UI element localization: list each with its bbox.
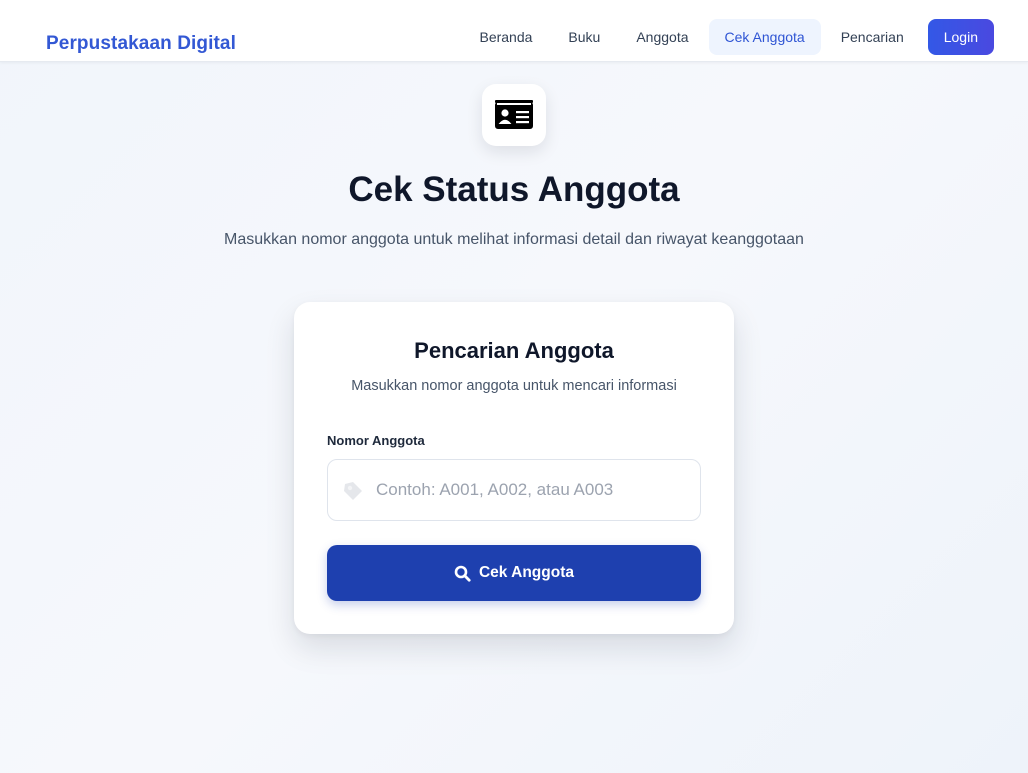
member-number-label: Nomor Anggota bbox=[327, 433, 425, 448]
brand-logo[interactable]: Perpustakaan Digital bbox=[46, 33, 236, 55]
card-subtitle: Masukkan nomor anggota untuk mencari inf… bbox=[351, 378, 677, 394]
member-number-input[interactable] bbox=[376, 460, 686, 520]
page-subtitle: Masukkan nomor anggota untuk melihat inf… bbox=[224, 231, 804, 248]
card-title: Pencarian Anggota bbox=[414, 338, 614, 363]
login-button[interactable]: Login bbox=[927, 19, 994, 55]
nav-link-anggota[interactable]: Anggota bbox=[620, 19, 704, 55]
main-nav: Beranda Buku Anggota Cek Anggota Pencari… bbox=[463, 19, 994, 55]
tag-icon bbox=[344, 482, 362, 500]
nav-link-buku[interactable]: Buku bbox=[552, 19, 616, 55]
page-title: Cek Status Anggota bbox=[348, 170, 680, 209]
nav-link-cek-anggota[interactable]: Cek Anggota bbox=[708, 19, 821, 55]
hero-icon-container bbox=[482, 84, 546, 146]
member-search-card: Pencarian Anggota Masukkan nomor anggota… bbox=[294, 302, 734, 634]
nav-link-beranda[interactable]: Beranda bbox=[463, 19, 548, 55]
nav-link-pencarian[interactable]: Pencarian bbox=[825, 19, 920, 55]
member-number-field[interactable] bbox=[327, 459, 701, 521]
top-navbar: Perpustakaan Digital Beranda Buku Anggot… bbox=[0, 0, 1028, 62]
check-member-button[interactable]: Cek Anggota bbox=[327, 545, 701, 601]
search-icon bbox=[454, 565, 471, 582]
check-member-button-label: Cek Anggota bbox=[478, 564, 574, 581]
id-card-icon bbox=[495, 100, 533, 129]
